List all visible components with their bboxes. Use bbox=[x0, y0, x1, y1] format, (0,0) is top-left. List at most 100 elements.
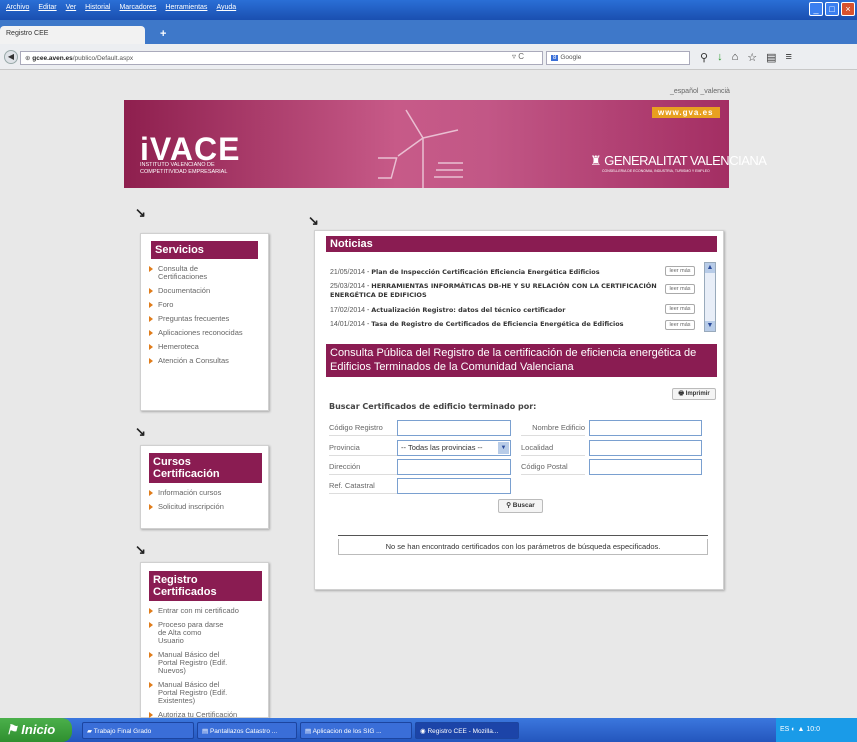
task-label: Pantallazos Catastro ... bbox=[209, 728, 278, 735]
bookmarks-icon[interactable]: ▤ bbox=[766, 51, 776, 64]
link-manual-nuevos[interactable]: Manual Básico del Portal Registro (Edif.… bbox=[149, 651, 234, 675]
star-icon[interactable]: ☆ bbox=[747, 51, 757, 64]
task-registro-cee[interactable]: ◉ Registro CEE - Mozilla... bbox=[415, 722, 519, 739]
generalitat-logo: ♜ GENERALITAT VALENCIANA bbox=[590, 153, 767, 169]
codigo-postal-label: Código Postal bbox=[521, 459, 585, 475]
arrow-icon: ↘ bbox=[135, 205, 146, 220]
servicios-title: Servicios bbox=[151, 241, 258, 259]
imprimir-label: Imprimir bbox=[685, 391, 710, 397]
leer-mas-button[interactable]: leer más bbox=[665, 320, 695, 330]
direccion-input[interactable] bbox=[397, 459, 511, 475]
back-button[interactable]: ◀ bbox=[4, 50, 18, 64]
task-aplicacion-sig[interactable]: ▤ Aplicacion de los SIG ... bbox=[300, 722, 412, 739]
ivace-logo[interactable]: iVACE bbox=[140, 133, 240, 165]
search-input[interactable]: 8 Google bbox=[546, 51, 690, 65]
generalitat-subtitle: CONSELLERIA DE ECONOMIA, INDUSTRIA, TURI… bbox=[602, 169, 710, 173]
document-icon: ▤ bbox=[305, 728, 313, 735]
download-icon[interactable]: ↓ bbox=[717, 51, 723, 64]
link-aplicaciones-reconocidas[interactable]: Aplicaciones reconocidas bbox=[149, 329, 268, 337]
link-atencion-consultas[interactable]: Atención a Consultas bbox=[149, 357, 268, 365]
link-manual-existentes[interactable]: Manual Básico del Portal Registro (Edif.… bbox=[149, 681, 234, 705]
wind-turbine-icon bbox=[378, 109, 463, 188]
link-entrar-certificado[interactable]: Entrar con mi certificado bbox=[149, 607, 268, 615]
news-date: 17/02/2014 bbox=[330, 307, 366, 314]
menu-historial[interactable]: Historial bbox=[85, 4, 110, 18]
tray-language[interactable]: ES bbox=[780, 726, 789, 733]
news-item[interactable]: 21/05/2014 - Plan de Inspección Certific… bbox=[330, 268, 660, 277]
news-date: 14/01/2014 bbox=[330, 321, 366, 328]
ref-catastral-input[interactable] bbox=[397, 478, 511, 494]
task-label: Aplicacion de los SIG ... bbox=[312, 728, 382, 735]
nombre-edificio-input[interactable] bbox=[589, 420, 702, 436]
task-pantallazos[interactable]: ▤ Pantallazos Catastro ... bbox=[197, 722, 297, 739]
search-heading: Buscar Certificados de edificio terminad… bbox=[329, 402, 537, 411]
link-hemeroteca[interactable]: Hemeroteca bbox=[149, 343, 268, 351]
generalitat-shield-icon: ♜ bbox=[590, 153, 605, 168]
url-bar[interactable]: ⊕ gcee.aven.es/publico/Default.aspx bbox=[20, 51, 543, 65]
registro-title: Registro Certificados bbox=[149, 571, 262, 601]
tab-registro-cee[interactable]: Registro CEE bbox=[0, 26, 145, 44]
search-icon[interactable]: ⚲ bbox=[700, 51, 708, 64]
nombre-edificio-label: Nombre Edificio bbox=[521, 420, 585, 436]
new-tab-button[interactable]: + bbox=[160, 28, 166, 40]
news-scrollbar[interactable]: ▲ ▼ bbox=[704, 262, 716, 332]
menu-icon[interactable]: ≡ bbox=[786, 51, 792, 64]
scroll-up-icon[interactable]: ▲ bbox=[705, 263, 715, 273]
cursos-panel: Cursos Certificación Información cursos … bbox=[140, 445, 269, 529]
magnifier-icon: ⚲ bbox=[506, 502, 513, 509]
menu-ver[interactable]: Ver bbox=[66, 4, 77, 18]
news-item[interactable]: 14/01/2014 - Tasa de Registro de Certifi… bbox=[330, 320, 660, 340]
reload-icon[interactable]: ▿ C bbox=[512, 52, 524, 61]
maximize-button[interactable]: □ bbox=[825, 2, 839, 16]
close-button[interactable]: × bbox=[841, 2, 855, 16]
tray-icons[interactable]: ◐ ▲ bbox=[791, 726, 806, 733]
back-arrow-icon: ◀ bbox=[7, 52, 15, 61]
buscar-button[interactable]: ⚲ Buscar bbox=[498, 499, 543, 513]
leer-mas-button[interactable]: leer más bbox=[665, 284, 695, 294]
windows-flag-icon: ⚑ bbox=[6, 722, 22, 737]
task-trabajo-final[interactable]: ▰ Trabajo Final Grado bbox=[82, 722, 194, 739]
link-foro[interactable]: Foro bbox=[149, 301, 268, 309]
link-documentacion[interactable]: Documentación bbox=[149, 287, 268, 295]
codigo-postal-input[interactable] bbox=[589, 459, 702, 475]
codigo-registro-label: Código Registro bbox=[329, 420, 399, 436]
search-placeholder: Google bbox=[560, 54, 582, 61]
tab-title: Registro CEE bbox=[6, 30, 49, 37]
ivace-subtitle: INSTITUTO VALENCIANO DE COMPETITIVIDAD E… bbox=[140, 162, 228, 175]
leer-mas-button[interactable]: leer más bbox=[665, 266, 695, 276]
arrow-icon: ↘ bbox=[135, 542, 146, 557]
link-consulta-certificaciones[interactable]: Consulta de Certificaciones bbox=[149, 265, 219, 281]
url-host: gcee.aven.es bbox=[32, 55, 73, 62]
codigo-registro-input[interactable] bbox=[397, 420, 511, 436]
menu-herramientas[interactable]: Herramientas bbox=[165, 4, 207, 18]
home-icon[interactable]: ⌂ bbox=[732, 51, 739, 64]
provincia-select[interactable]: -- Todas las provincias -- ▼ bbox=[397, 440, 511, 456]
language-links[interactable]: _español _valencià bbox=[670, 88, 730, 95]
minimize-button[interactable]: _ bbox=[809, 2, 823, 16]
localidad-input[interactable] bbox=[589, 440, 702, 456]
leer-mas-button[interactable]: leer más bbox=[665, 304, 695, 314]
menu-marcadores[interactable]: Marcadores bbox=[119, 4, 156, 18]
provincia-label: Provincia bbox=[329, 440, 399, 456]
news-date: 21/05/2014 bbox=[330, 269, 366, 276]
news-item[interactable]: 25/03/2014 - HERRAMIENTAS INFORMÁTICAS D… bbox=[330, 282, 660, 299]
noticias-title: Noticias bbox=[326, 236, 717, 252]
link-proceso-alta[interactable]: Proceso para darse de Alta como Usuario bbox=[149, 621, 229, 645]
start-button[interactable]: ⚑ Inicio bbox=[0, 718, 72, 742]
scroll-down-icon[interactable]: ▼ bbox=[705, 321, 715, 331]
gva-link[interactable]: www.gva.es bbox=[652, 107, 720, 118]
news-date: 25/03/2014 bbox=[330, 283, 366, 290]
menu-archivo[interactable]: Archivo bbox=[6, 4, 29, 18]
link-informacion-cursos[interactable]: Información cursos bbox=[149, 489, 268, 497]
link-preguntas-frecuentes[interactable]: Preguntas frecuentes bbox=[149, 315, 268, 323]
url-path: /publico/Default.aspx bbox=[72, 55, 134, 62]
imprimir-button[interactable]: 🖶 Imprimir bbox=[672, 388, 716, 400]
news-item[interactable]: 17/02/2014 - Actualización Registro: dat… bbox=[330, 306, 660, 315]
link-solicitud-inscripcion[interactable]: Solicitud inscripción bbox=[149, 503, 268, 511]
arrow-icon: ↘ bbox=[308, 213, 319, 228]
menu-ayuda[interactable]: Ayuda bbox=[216, 4, 236, 18]
menu-editar[interactable]: Editar bbox=[38, 4, 56, 18]
servicios-panel: Servicios Consulta de Certificaciones Do… bbox=[140, 233, 269, 411]
result-message: No se han encontrado certificados con lo… bbox=[338, 539, 708, 555]
registro-panel: Registro Certificados Entrar con mi cert… bbox=[140, 562, 269, 719]
